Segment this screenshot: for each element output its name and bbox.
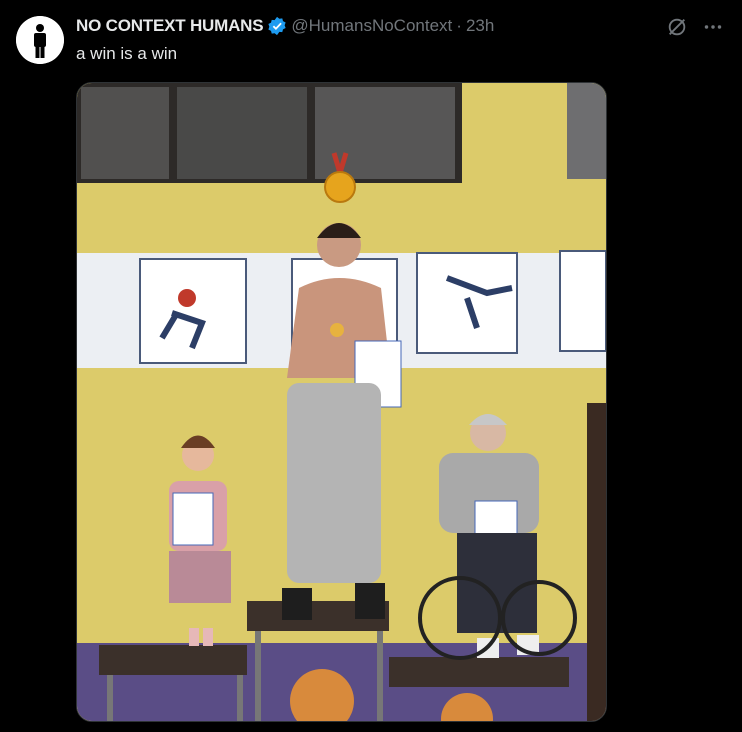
timestamp[interactable]: 23h [466,16,494,36]
tweet-text: a win is a win [76,44,178,63]
avatar[interactable] [16,16,64,64]
verified-badge-icon[interactable] [267,16,287,36]
more-options-icon[interactable] [700,14,726,40]
podium-photo-illustration [77,83,606,721]
grok-icon[interactable] [666,16,688,38]
author-handle[interactable]: @HumansNoContext [291,16,452,36]
tweet-header: NO CONTEXT HUMANS @HumansNoContext · 23h [76,14,682,38]
separator-dot: · [456,16,462,35]
tweet-photo[interactable] [76,82,607,722]
author-name[interactable]: NO CONTEXT HUMANS [76,16,264,36]
standing-person-icon [16,16,64,64]
